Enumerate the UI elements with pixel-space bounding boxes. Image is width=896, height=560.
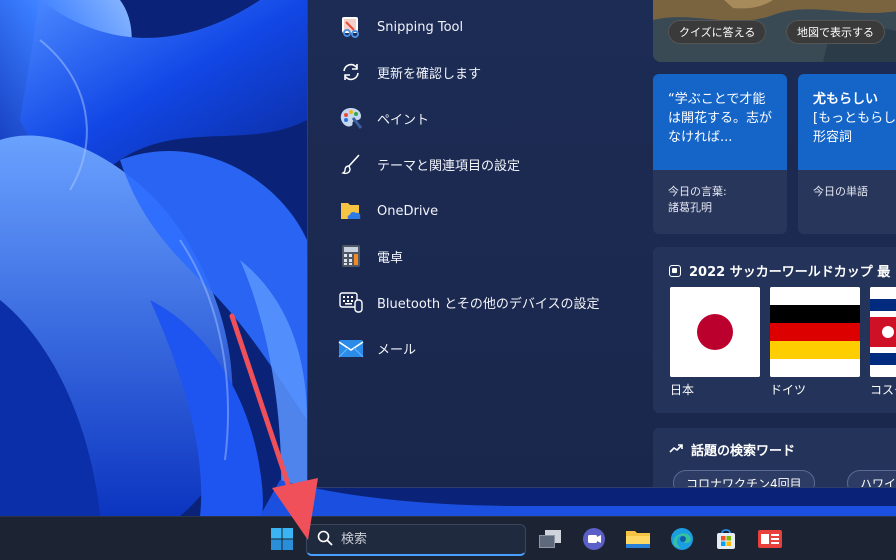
folder-icon bbox=[626, 531, 650, 548]
app-item-snipping-tool[interactable]: Snipping Tool bbox=[338, 9, 638, 45]
quote-author: 諸葛孔明 bbox=[668, 201, 712, 214]
germany-flag-icon bbox=[770, 287, 860, 377]
chat-icon bbox=[583, 528, 605, 550]
search-input[interactable] bbox=[341, 532, 511, 547]
news-icon bbox=[758, 530, 782, 548]
taskbar bbox=[0, 516, 896, 560]
edge-browser-button[interactable] bbox=[666, 523, 698, 555]
app-label: Bluetooth とその他のデバイスの設定 bbox=[377, 296, 600, 312]
onedrive-folder-icon bbox=[338, 198, 364, 224]
edge-icon bbox=[671, 528, 693, 550]
show-on-map-button[interactable]: 地図で表示する bbox=[786, 20, 885, 44]
world-cup-title: 2022 サッカーワールドカップ 最 bbox=[689, 265, 891, 280]
word-title: 尤もらしい bbox=[813, 92, 879, 107]
costa-rica-flag-icon bbox=[870, 287, 896, 377]
team-name: コスタ bbox=[870, 383, 896, 397]
app-item-onedrive[interactable]: OneDrive bbox=[338, 193, 638, 229]
paint-palette-icon bbox=[338, 105, 364, 131]
keyboard-devices-icon bbox=[338, 289, 364, 315]
trending-searches-card: 話題の検索ワード コロナワクチン4回目 ハワイ bbox=[653, 428, 896, 487]
quote-of-the-day-card[interactable]: “学ぶことで才能は開花する。志がなければ... 今日の言葉: 諸葛孔明 bbox=[653, 74, 787, 234]
app-item-bluetooth-settings[interactable]: Bluetooth とその他のデバイスの設定 bbox=[338, 284, 638, 320]
team-name: ドイツ bbox=[770, 383, 807, 397]
app-label: Snipping Tool bbox=[377, 19, 464, 35]
trending-chip[interactable]: ハワイ bbox=[847, 470, 896, 487]
app-label: メール bbox=[377, 342, 417, 358]
word-of-the-day-card[interactable]: 尤もらしい [もっともらしい] 形容詞 今日の単語 bbox=[798, 74, 896, 234]
news-app-button[interactable] bbox=[754, 523, 786, 555]
word-part-of-speech: 形容詞 bbox=[813, 130, 853, 145]
japan-flag-icon bbox=[670, 287, 760, 377]
calculator-icon bbox=[338, 243, 364, 269]
search-flyout-panel: Snipping Tool 更新を確認します ペイント テーマと関連項目の設定 … bbox=[307, 0, 896, 488]
word-reading: [もっともらしい] bbox=[813, 111, 896, 126]
search-icon bbox=[317, 530, 333, 550]
word-footer-title: 今日の単語 bbox=[813, 185, 868, 198]
app-label: ペイント bbox=[377, 112, 430, 128]
brush-icon bbox=[338, 151, 364, 177]
snipping-tool-icon bbox=[338, 14, 364, 40]
app-item-paint[interactable]: ペイント bbox=[338, 100, 638, 136]
app-item-mail[interactable]: メール bbox=[338, 330, 638, 366]
microsoft-store-button[interactable] bbox=[710, 523, 742, 555]
windows-logo-icon bbox=[271, 528, 293, 550]
team-name: 日本 bbox=[670, 383, 695, 397]
app-item-calculator[interactable]: 電卓 bbox=[338, 238, 638, 274]
quote-text: “学ぶことで才能は開花する。志がなければ... bbox=[653, 74, 787, 170]
store-icon bbox=[717, 529, 735, 549]
taskbar-search-box[interactable] bbox=[306, 524, 526, 556]
quote-footer-title: 今日の言葉: bbox=[668, 185, 727, 198]
app-label: テーマと関連項目の設定 bbox=[377, 158, 521, 174]
trending-chip[interactable]: コロナワクチン4回目 bbox=[673, 470, 815, 487]
mail-icon bbox=[338, 335, 364, 361]
map-quiz-card[interactable]: クイズに答える 地図で表示する bbox=[653, 0, 896, 62]
app-label: 更新を確認します bbox=[377, 66, 482, 82]
trending-icon bbox=[669, 442, 683, 457]
team-japan[interactable] bbox=[670, 287, 760, 377]
world-cup-icon bbox=[669, 264, 681, 277]
start-button[interactable] bbox=[266, 523, 298, 555]
refresh-icon bbox=[338, 59, 364, 85]
trending-title: 話題の検索ワード bbox=[691, 444, 796, 459]
task-view-button[interactable] bbox=[534, 523, 566, 555]
teams-chat-button[interactable] bbox=[578, 523, 610, 555]
app-item-check-updates[interactable]: 更新を確認します bbox=[338, 54, 638, 90]
app-label: 電卓 bbox=[377, 250, 404, 266]
world-cup-card[interactable]: 2022 サッカーワールドカップ 最 日本 ドイツ コスタ bbox=[653, 247, 896, 413]
app-label: OneDrive bbox=[377, 203, 439, 219]
quiz-button[interactable]: クイズに答える bbox=[668, 20, 767, 44]
team-costa-rica[interactable] bbox=[870, 287, 896, 377]
app-item-theme-settings[interactable]: テーマと関連項目の設定 bbox=[338, 146, 638, 182]
task-view-icon bbox=[539, 530, 561, 548]
team-germany[interactable] bbox=[770, 287, 860, 377]
file-explorer-button[interactable] bbox=[622, 523, 654, 555]
